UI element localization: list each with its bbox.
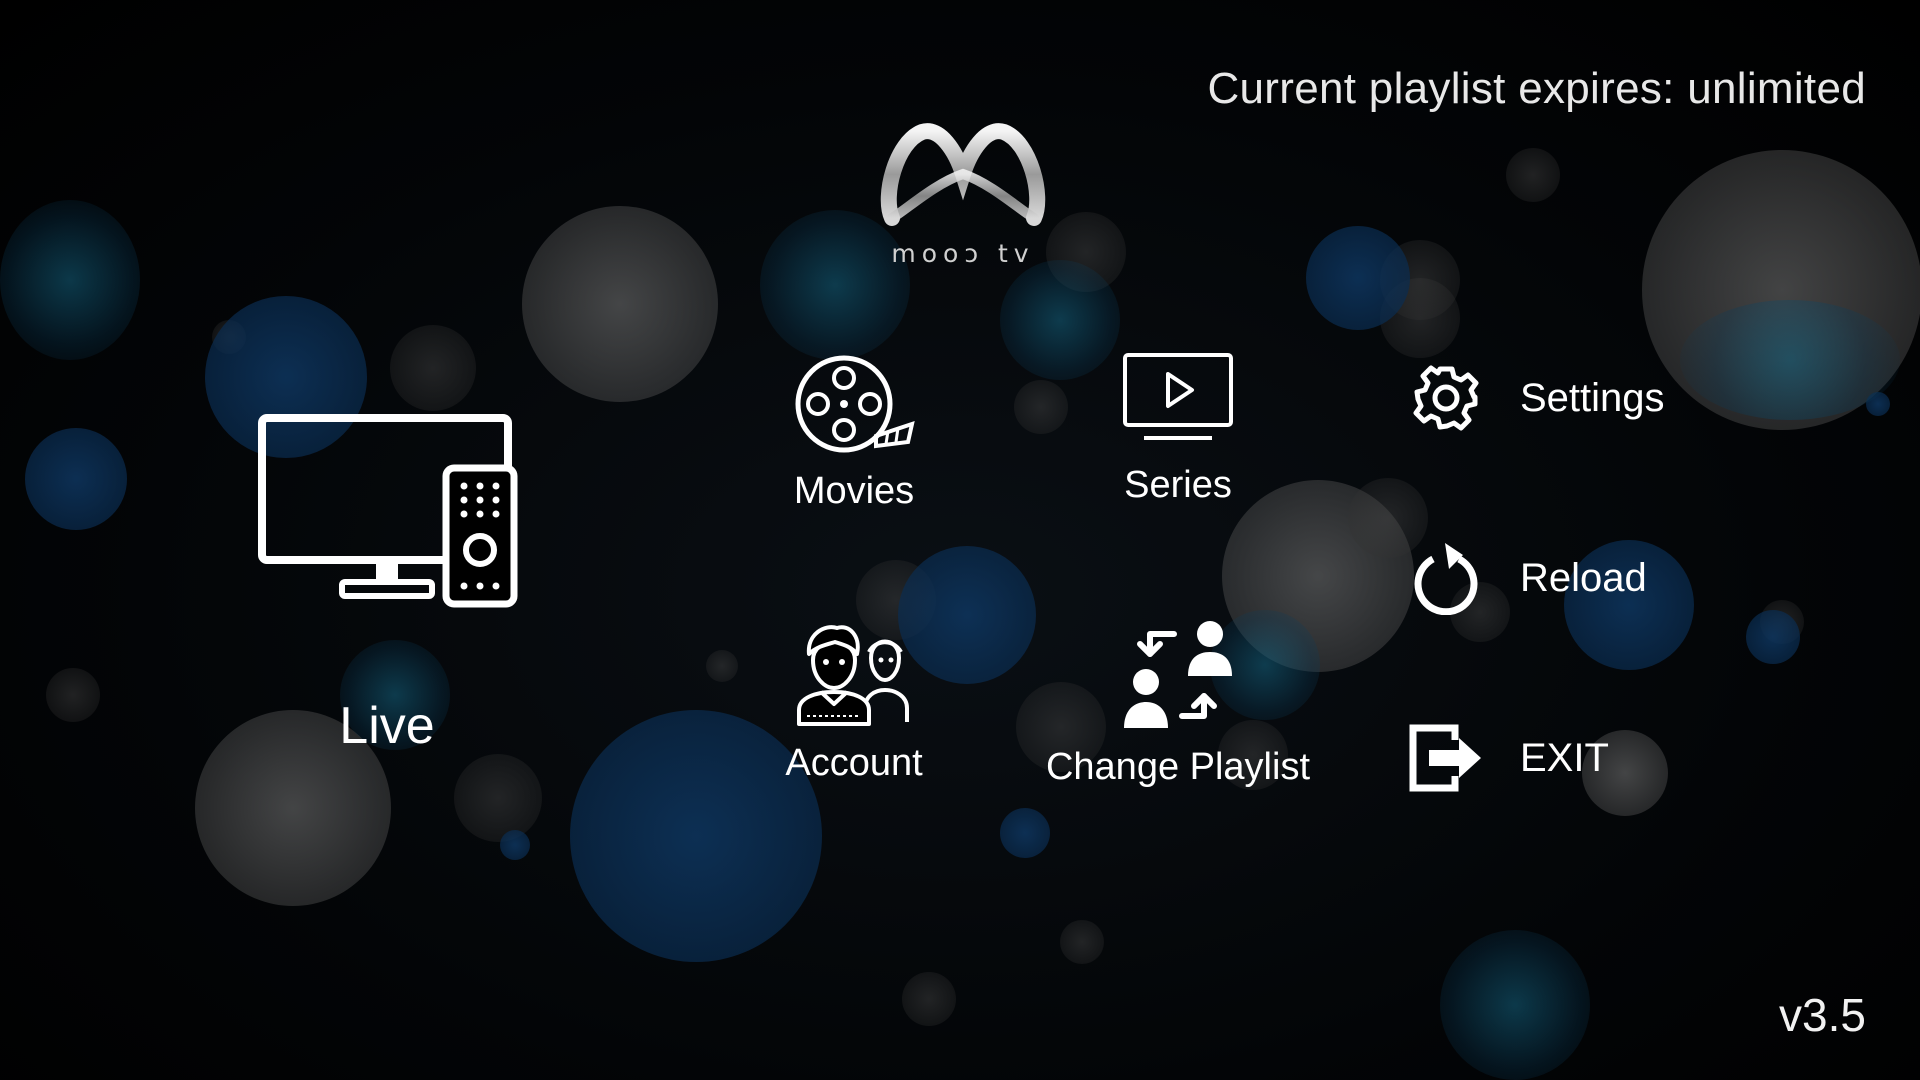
settings-button[interactable]: Settings (1408, 360, 1665, 436)
series-tile[interactable]: Series (1068, 352, 1288, 507)
movies-tile[interactable]: Movies (744, 352, 964, 513)
account-tile[interactable]: Account (744, 618, 964, 785)
reload-button[interactable]: Reload (1408, 540, 1647, 616)
change-playlist-tile[interactable]: Change Playlist (1040, 618, 1316, 789)
playlist-expiry-text: Current playlist expires: unlimited (1207, 64, 1866, 113)
movies-label: Movies (793, 470, 915, 512)
series-label: Series (1124, 464, 1232, 506)
exit-icon (1408, 720, 1484, 796)
account-label: Account (785, 742, 923, 784)
mood-tv-logo: mooↄ tv (878, 122, 1048, 272)
home-screen: Current playlist expires: unlimited mooↄ… (0, 0, 1920, 1080)
version-text: v3.5 (1779, 989, 1866, 1041)
swap-users-icon (1124, 621, 1232, 728)
gear-icon (1408, 360, 1484, 436)
tv-remote-icon (258, 414, 518, 608)
logo-mark-icon (880, 123, 1046, 226)
reload-label: Reload (1520, 555, 1647, 600)
live-tile[interactable]: Live (256, 410, 518, 756)
logo-text: mooↄ tv (891, 239, 1035, 268)
play-screen-icon (1123, 353, 1233, 440)
exit-button[interactable]: EXIT (1408, 720, 1609, 796)
reload-icon (1408, 540, 1484, 616)
film-reel-icon (795, 355, 915, 453)
settings-label: Settings (1520, 375, 1665, 420)
live-label: Live (339, 697, 435, 755)
change-playlist-label: Change Playlist (1045, 746, 1311, 788)
exit-label: EXIT (1520, 735, 1609, 780)
users-icon (797, 625, 909, 726)
